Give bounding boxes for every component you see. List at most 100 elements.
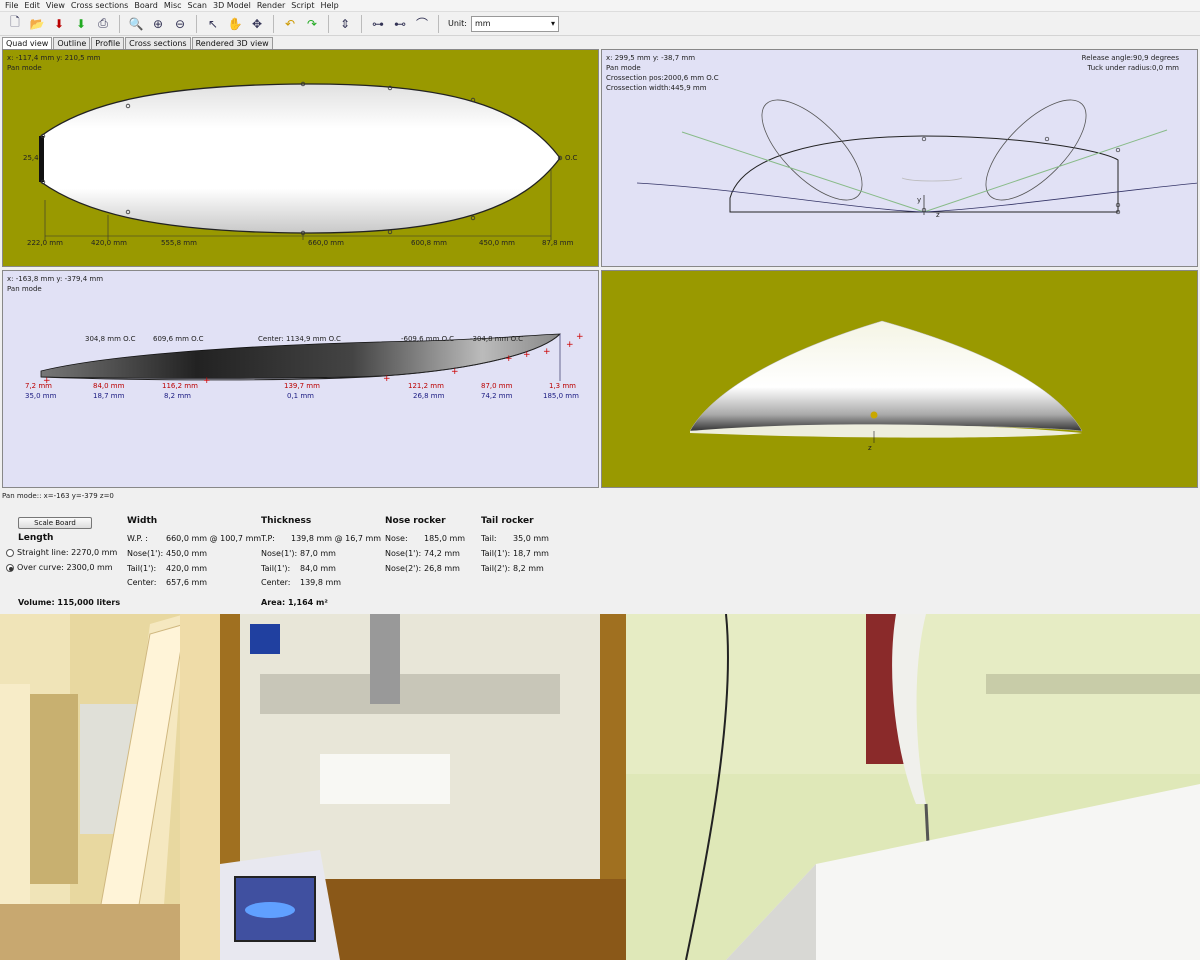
unit-select[interactable]: mm ▾ <box>470 15 559 32</box>
profile-rocker-label: 18,7 mm <box>93 392 125 400</box>
width-value: 660,0 mm @ 100,7 mm <box>166 534 262 543</box>
profile-coords: x: -163,8 mm y: -379,4 mm <box>7 275 104 283</box>
toolbar-separator <box>438 14 439 33</box>
svg-text:+: + <box>203 376 211 386</box>
tab-quad-view[interactable]: Quad view <box>2 37 53 49</box>
release-angle: Release angle:90,9 degrees <box>1081 54 1179 62</box>
menu-item[interactable]: Scan <box>186 1 209 10</box>
save-icon[interactable]: ⬇ <box>50 15 68 33</box>
toolbar-separator <box>328 14 329 33</box>
save-as-icon[interactable]: ⬇ <box>72 15 90 33</box>
guide-point-icon[interactable]: ⌒ <box>413 15 431 33</box>
tab-profile[interactable]: Profile <box>91 37 125 49</box>
render-axis-label: z <box>868 444 872 452</box>
new-file-icon[interactable]: 🗋 <box>6 15 24 33</box>
width-value: 450,0 mm <box>166 549 208 558</box>
straight-line-option[interactable]: Straight line: 2270,0 mm <box>6 548 117 557</box>
profile-rocker-label: 26,8 mm <box>413 392 445 400</box>
toolbar-separator <box>119 14 120 33</box>
over-curve-label: Over curve: 2300,0 mm <box>17 563 113 572</box>
scale-board-button[interactable]: Scale Board <box>18 517 92 529</box>
width-label: Nose(1'): <box>127 549 164 558</box>
menu-item[interactable]: 3D Model <box>211 1 253 10</box>
outline-drawing <box>39 81 563 240</box>
over-curve-option[interactable]: Over curve: 2300,0 mm <box>6 563 113 572</box>
menu-item[interactable]: Edit <box>22 1 42 10</box>
menu-item[interactable]: Help <box>319 1 341 10</box>
svg-text:+: + <box>566 340 574 350</box>
add-point-icon[interactable]: ⊶ <box>369 15 387 33</box>
radio-icon[interactable] <box>6 548 14 557</box>
profile-thickness-label: 7,2 mm <box>25 382 52 390</box>
profile-rocker-label: 0,1 mm <box>287 392 314 400</box>
cross-section-view[interactable]: x: 299,5 mm y: -38,7 mm Pan mode Crossec… <box>601 49 1198 267</box>
profile-thickness-label: 1,3 mm <box>549 382 576 390</box>
outline-dim: 420,0 mm <box>91 239 127 247</box>
width-value: 420,0 mm <box>166 564 208 573</box>
menu-bar: File Edit View Cross sections Board Misc Scan 3… <box>0 0 1200 12</box>
tail-rocker-value: 18,7 mm <box>513 549 549 558</box>
tail-edge <box>39 136 44 182</box>
toolbar-separator <box>273 14 274 33</box>
pan-hand-icon[interactable]: ✋ <box>226 15 244 33</box>
board-info-panel: Scale Board Length Straight line: 2270,0… <box>0 503 1200 613</box>
outline-dim: 450,0 mm <box>479 239 515 247</box>
menu-item[interactable]: Script <box>289 1 316 10</box>
open-icon[interactable]: 📂 <box>28 15 46 33</box>
tab-cross-sections[interactable]: Cross sections <box>125 37 191 49</box>
axis-z-label: z <box>936 211 940 219</box>
redo-icon[interactable]: ↷ <box>303 15 321 33</box>
svg-text:+: + <box>451 367 459 377</box>
width-value: 657,6 mm <box>166 578 208 587</box>
thickness-label: Tail(1'): <box>261 564 291 573</box>
tail-rocker-label: Tail: <box>481 534 497 543</box>
outline-dim: 222,0 mm <box>27 239 63 247</box>
outline-dim: 555,8 mm <box>161 239 197 247</box>
svg-text:+: + <box>523 350 531 360</box>
cross-width: Crossection width:445,9 mm <box>606 84 707 92</box>
tail-rocker-label: Tail(2'): <box>481 564 511 573</box>
zoom-icon[interactable]: 🔍 <box>127 15 145 33</box>
undo-icon[interactable]: ↶ <box>281 15 299 33</box>
menu-item[interactable]: Cross sections <box>69 1 130 10</box>
menu-item[interactable]: Board <box>132 1 160 10</box>
select-arrow-icon[interactable]: ↖ <box>204 15 222 33</box>
remove-point-icon[interactable]: ⊷ <box>391 15 409 33</box>
thickness-label: Center: <box>261 578 291 587</box>
tab-rendered-3d-view[interactable]: Rendered 3D view <box>191 37 273 49</box>
rendered-3d-view[interactable]: z <box>601 270 1198 488</box>
profile-thickness-label: 121,2 mm <box>408 382 444 390</box>
menu-item[interactable]: File <box>3 1 20 10</box>
cnc-enclosure-photo <box>220 614 626 960</box>
svg-text:+: + <box>383 374 391 384</box>
length-title: Length <box>18 533 54 543</box>
spin-icon[interactable]: ⇕ <box>336 15 354 33</box>
tab-outline[interactable]: Outline <box>53 37 91 49</box>
radio-selected-icon[interactable] <box>6 563 14 572</box>
profile-thickness-label: 87,0 mm <box>481 382 513 390</box>
thickness-value: 139,8 mm @ 16,7 mm <box>291 534 382 543</box>
menu-item[interactable]: View <box>44 1 67 10</box>
hallway-board-photo <box>0 614 220 960</box>
print-icon[interactable]: ⎙ <box>94 15 112 33</box>
zoom-in-icon[interactable]: ⊕ <box>149 15 167 33</box>
width-title: Width <box>127 516 158 526</box>
svg-text:+: + <box>543 347 551 357</box>
profile-thickness-label: 116,2 mm <box>162 382 198 390</box>
zoom-out-icon[interactable]: ⊖ <box>171 15 189 33</box>
move-icon[interactable]: ✥ <box>248 15 266 33</box>
nose-rocker-label: Nose: <box>385 534 408 543</box>
nose-rocker-label: Nose(1'): <box>385 549 422 558</box>
profile-top-label: Center: 1134,9 mm O.C <box>258 335 341 343</box>
area-value: Area: 1,164 m² <box>261 598 328 607</box>
menu-item[interactable]: Misc <box>162 1 184 10</box>
nose-rocker-title: Nose rocker <box>385 516 446 526</box>
outline-coords: x: -117,4 mm y: 210,5 mm <box>7 54 101 62</box>
outline-left-dim: 25,4 <box>23 154 39 162</box>
profile-view[interactable]: + + + + + + + + + x: -163,8 mm y: -379,4 mm Pan… <box>2 270 599 488</box>
thickness-value: 139,8 mm <box>300 578 342 587</box>
menu-item[interactable]: Render <box>255 1 287 10</box>
board-3d-render <box>689 320 1083 443</box>
status-bar: Pan mode:: x=-163 y=-379 z=0 <box>2 492 114 500</box>
outline-view[interactable]: x: -117,4 mm y: 210,5 mm Pan mode 25,4 O… <box>2 49 599 267</box>
